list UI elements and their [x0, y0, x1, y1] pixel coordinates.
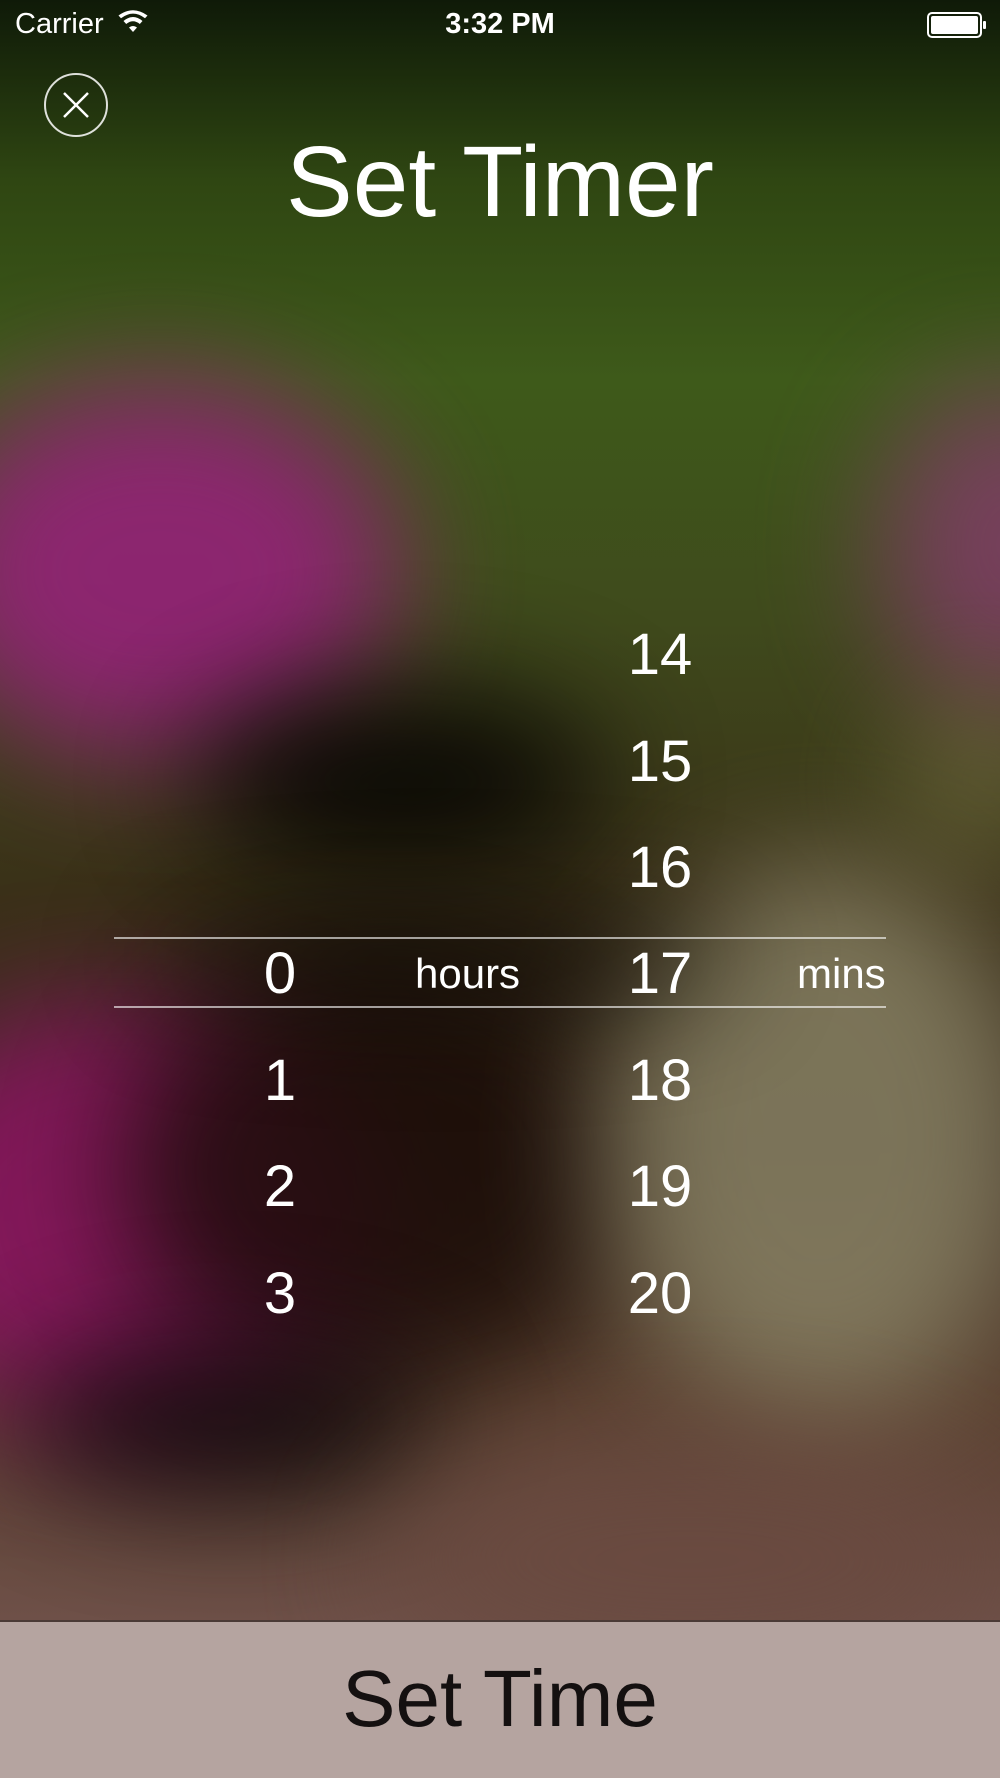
minutes-value[interactable]: 15: [580, 727, 740, 797]
hours-value[interactable]: 2: [200, 1152, 360, 1222]
hours-value[interactable]: [200, 620, 360, 690]
minutes-value[interactable]: 19: [580, 1152, 740, 1222]
minutes-value-selected[interactable]: 17: [580, 939, 740, 1009]
hours-value[interactable]: [200, 727, 360, 797]
minutes-value[interactable]: 18: [580, 1046, 740, 1116]
minutes-value[interactable]: 20: [580, 1259, 740, 1329]
minutes-value[interactable]: 14: [580, 620, 740, 690]
minutes-unit-label: mins: [797, 950, 886, 997]
set-time-label: Set Time: [342, 1654, 658, 1743]
set-time-button[interactable]: Set Time: [0, 1620, 1000, 1778]
hours-value[interactable]: 1: [200, 1046, 360, 1116]
minutes-value[interactable]: 16: [580, 833, 740, 903]
timer-picker[interactable]: 0 1 2 3 hours 14 15 16 17 18 19 20 mins: [0, 0, 1000, 1620]
hours-value[interactable]: 3: [200, 1259, 360, 1329]
hours-unit-label: hours: [415, 950, 521, 997]
hours-value-selected[interactable]: 0: [200, 939, 360, 1009]
hours-value[interactable]: [200, 833, 360, 903]
